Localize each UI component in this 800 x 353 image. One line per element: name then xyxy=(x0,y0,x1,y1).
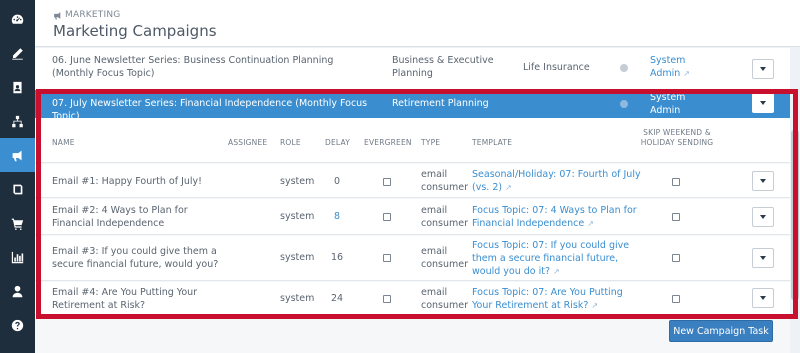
page-title: Marketing Campaigns xyxy=(53,22,217,40)
col-template: TEMPLATE xyxy=(472,138,513,147)
task-delay: 24 xyxy=(331,293,344,304)
table-row: Email #4: Are You Putting Your Retiremen… xyxy=(35,282,800,315)
task-table-header: NAME ASSIGNEE ROLE DELAY EVERGREEN TYPE … xyxy=(35,118,800,163)
caret-down-icon xyxy=(760,179,766,183)
caret-down-icon xyxy=(760,101,766,105)
task-role: system xyxy=(280,293,315,304)
evergreen-checkbox[interactable] xyxy=(383,295,391,303)
caret-down-icon xyxy=(760,256,766,260)
campaign-actions-dropdown[interactable] xyxy=(752,93,774,113)
campaign-owner-link[interactable]: System Admin xyxy=(650,91,700,117)
task-name: Email #4: Are You Putting Your Retiremen… xyxy=(52,287,198,311)
campaign-category: Business & Executive Planning xyxy=(392,55,494,79)
col-role: ROLE xyxy=(280,138,301,147)
task-actions-dropdown[interactable] xyxy=(752,207,774,227)
breadcrumb[interactable]: MARKETING xyxy=(53,10,120,20)
campaign-row-selected[interactable]: 07. July Newsletter Series: Financial In… xyxy=(35,90,800,122)
cart-icon[interactable] xyxy=(0,206,35,240)
user-icon[interactable] xyxy=(0,274,35,308)
contact-card-icon[interactable] xyxy=(0,70,35,104)
col-name: NAME xyxy=(52,138,75,147)
external-link-icon: ↗ xyxy=(553,267,560,276)
evergreen-checkbox[interactable] xyxy=(383,254,391,262)
task-actions-dropdown[interactable] xyxy=(752,288,774,308)
task-role: system xyxy=(280,252,315,263)
dashboard-icon[interactable] xyxy=(0,2,35,36)
pencil-icon[interactable] xyxy=(0,36,35,70)
task-delay: 16 xyxy=(331,252,344,263)
campaign-actions-dropdown[interactable] xyxy=(752,59,774,79)
col-assignee: ASSIGNEE xyxy=(228,138,268,147)
col-type: TYPE xyxy=(421,138,441,147)
evergreen-checkbox[interactable] xyxy=(383,213,391,221)
table-row: Email #3: If you could give them a secur… xyxy=(35,236,800,281)
task-delay: 0 xyxy=(334,176,341,187)
sitemap-icon[interactable] xyxy=(0,104,35,138)
breadcrumb-label: MARKETING xyxy=(65,10,121,20)
megaphone-icon xyxy=(54,11,61,19)
caret-down-icon xyxy=(760,67,766,71)
sidebar xyxy=(0,0,35,353)
external-link-icon: ↗ xyxy=(505,183,512,192)
template-link[interactable]: Focus Topic: 07: If you could give them … xyxy=(472,239,642,278)
skip-weekend-checkbox[interactable] xyxy=(672,178,680,186)
campaign-name: 06. June Newsletter Series: Business Con… xyxy=(52,55,334,79)
main-content: MARKETING Marketing Campaigns 06. June N… xyxy=(35,0,800,353)
task-name: Email #1: Happy Fourth of July! xyxy=(52,176,202,187)
new-campaign-task-button[interactable]: New Campaign Task xyxy=(669,320,773,342)
task-type: email consumer xyxy=(421,287,469,311)
task-role: system xyxy=(280,176,315,187)
template-link[interactable]: Focus Topic: 07: 4 Ways to Plan for Fina… xyxy=(472,204,642,230)
globe-icon xyxy=(620,100,628,108)
external-link-icon: ↗ xyxy=(591,301,599,310)
help-icon[interactable] xyxy=(0,308,35,342)
globe-icon xyxy=(620,64,628,72)
task-type: email consumer xyxy=(421,169,469,193)
col-delay: DELAY xyxy=(325,138,350,147)
campaign-product: Life Insurance xyxy=(523,62,590,73)
evergreen-checkbox[interactable] xyxy=(383,178,391,186)
task-delay: 8 xyxy=(334,211,341,222)
campaign-category: Retirement Planning xyxy=(392,98,489,109)
task-role: system xyxy=(280,211,315,222)
caret-down-icon xyxy=(760,215,766,219)
external-link-icon: ↗ xyxy=(587,219,594,228)
campaign-owner-link[interactable]: System Admin ↗ xyxy=(650,54,700,80)
external-link-icon: ↗ xyxy=(683,69,690,78)
table-row: Email #1: Happy Fourth of July! system 0… xyxy=(35,164,800,198)
bar-chart-icon[interactable] xyxy=(0,240,35,274)
skip-weekend-checkbox[interactable] xyxy=(672,295,680,303)
skip-weekend-checkbox[interactable] xyxy=(672,254,680,262)
template-link[interactable]: Seasonal/Holiday: 07: Fourth of July (vs… xyxy=(472,168,642,194)
task-type: email consumer xyxy=(421,205,469,229)
task-actions-dropdown[interactable] xyxy=(752,171,774,191)
template-link[interactable]: Focus Topic: 07: Are You Putting Your Re… xyxy=(472,286,642,312)
task-actions-dropdown[interactable] xyxy=(752,248,774,268)
task-name: Email #3: If you could give them a secur… xyxy=(52,246,219,270)
skip-weekend-checkbox[interactable] xyxy=(672,213,680,221)
table-row: Email #2: 4 Ways to Plan for Financial I… xyxy=(35,199,800,235)
book-icon[interactable] xyxy=(0,172,35,206)
page-header: MARKETING Marketing Campaigns xyxy=(35,0,800,47)
caret-down-icon xyxy=(760,296,766,300)
col-evergreen: EVERGREEN xyxy=(364,138,412,147)
task-name: Email #2: 4 Ways to Plan for Financial I… xyxy=(52,205,188,229)
megaphone-icon[interactable] xyxy=(0,138,35,172)
campaign-row[interactable]: 06. June Newsletter Series: Business Con… xyxy=(35,48,800,92)
col-skip-weekend: SKIP WEEKEND & HOLIDAY SENDING xyxy=(640,128,714,147)
scrollbar-thumb[interactable] xyxy=(791,130,799,300)
task-type: email consumer xyxy=(421,246,469,270)
